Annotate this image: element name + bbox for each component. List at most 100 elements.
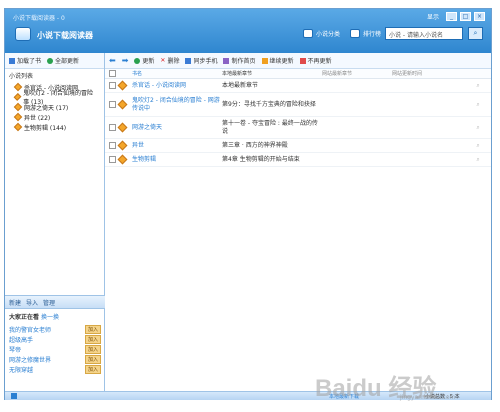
search-icon[interactable]: ⌕ (468, 124, 488, 132)
reading-title[interactable]: 无限穿越 (9, 365, 33, 374)
reading-item: 琴帝 加入 (5, 344, 105, 354)
title-bar: 小说下载阅读器 - 0 小说下载阅读器 显示 _ □ × 小说分类 排行榜 小说… (5, 9, 491, 53)
app-logo-icon (15, 27, 31, 41)
status-icon (11, 393, 17, 399)
reading-header: 大家正在看 换一换 (5, 309, 105, 324)
table-row[interactable]: 鬼吹灯2 - 闭合仙境的冒险 - 网游传说中 第9分：寻找千方宝典的冒险和抉择 … (105, 93, 491, 117)
window-title: 小说下载阅读器 - 0 (13, 15, 65, 22)
col-local-latest[interactable]: 本地最新章节 (222, 70, 322, 78)
novel-item[interactable]: 异世 (22) (5, 112, 104, 122)
row-checkbox[interactable] (109, 82, 116, 89)
add-reading-button[interactable]: 加入 (84, 334, 101, 344)
minimize-button[interactable]: _ (446, 12, 457, 21)
sidebar-toolbar: 加载了书 全部更新 (5, 53, 104, 69)
local-latest: 第十一卷 - 夺宝冒险 : 最终一战的传说 (222, 119, 318, 135)
sync-phone-label: 同步手机 (193, 58, 218, 65)
add-book-label: 加载了书 (17, 58, 42, 65)
table-row[interactable]: 异世 第三章 · 西方的神界神殿 ⌕ (105, 139, 491, 153)
col-name[interactable]: 书名 (132, 70, 222, 78)
refresh-reading-link[interactable]: 换一换 (41, 314, 59, 321)
reading-title[interactable]: 琴帝 (9, 345, 21, 354)
maximize-button[interactable]: □ (460, 12, 471, 21)
table-row[interactable]: 网游之倚天 第十一卷 - 夺宝冒险 : 最终一战的传说 ⌕ (105, 117, 491, 139)
refresh-icon (47, 57, 54, 64)
nav-rankings-label: 排行榜 (362, 31, 381, 38)
book-icon (117, 154, 128, 165)
table-header: 书名 本地最新章节 网站最新章节 网站更新时间 (105, 69, 491, 79)
manage-button[interactable]: 管理 (43, 298, 55, 307)
refresh-icon (134, 57, 141, 64)
add-book-button[interactable]: 加载了书 (9, 56, 41, 65)
search-icon[interactable]: ⌕ (468, 82, 488, 90)
add-reading-button[interactable]: 加入 (84, 364, 101, 374)
search-icon[interactable]: ⌕ (468, 156, 488, 164)
phone-icon (185, 57, 192, 64)
novel-item[interactable]: 生物剪辑 (144) (5, 122, 104, 132)
top-nav: 小说分类 排行榜 (302, 29, 381, 38)
select-all-checkbox[interactable] (109, 70, 116, 77)
update-all-button[interactable]: 全部更新 (47, 56, 79, 65)
col-site-time[interactable]: 网站更新时间 (392, 70, 468, 77)
reading-item: 超级高手 加入 (5, 334, 105, 344)
new-button[interactable]: 新建 (9, 298, 21, 307)
novel-label: 异世 (22) (24, 114, 51, 122)
list-icon (302, 29, 313, 38)
novel-label: 生物剪辑 (144) (24, 124, 67, 132)
book-name[interactable]: 鬼吹灯2 - 闭合仙境的冒险 - 网游传说中 (132, 97, 222, 113)
book-name[interactable]: 杀官话 - 小说阅读网 (132, 82, 222, 90)
close-button[interactable]: × (474, 12, 485, 21)
reading-title[interactable]: 网游之修魔世界 (9, 355, 51, 364)
book-icon (13, 112, 23, 122)
add-reading-button[interactable]: 加入 (84, 354, 101, 364)
no-update-label: 不再更新 (307, 58, 332, 65)
no-update-button[interactable]: 不再更新 (299, 56, 332, 65)
search-button[interactable]: ⌕ (468, 27, 483, 40)
book-icon (13, 82, 23, 92)
row-checkbox[interactable] (109, 124, 116, 131)
book-icon (117, 122, 128, 133)
table-row[interactable]: 杀官话 - 小说阅读网 本地最新章节 ⌕ (105, 79, 491, 93)
book-icon (13, 122, 23, 132)
novel-item[interactable]: 鬼吹灯2 - 闭合仙境的冒险事 (13) (5, 90, 104, 106)
sidebar: 加载了书 全部更新 小说列表 杀官话 - 小说阅读网 鬼吹灯2 - 闭合仙境的冒… (5, 53, 105, 391)
sync-phone-button[interactable]: 同步手机 (185, 56, 217, 65)
search-input[interactable]: 小说 - 请输入小说名 (385, 27, 463, 40)
novel-label: 网游之倚天 (17) (24, 104, 69, 112)
display-menu[interactable]: 显示 (427, 12, 439, 21)
continue-update-button[interactable]: 继续更新 (261, 56, 294, 65)
add-reading-button[interactable]: 加入 (84, 344, 101, 354)
update-all-label: 全部更新 (55, 58, 80, 65)
refresh-button[interactable]: 更新 (134, 56, 154, 65)
forward-arrow-icon[interactable]: ➡ (122, 56, 129, 65)
local-latest: 本地最新章节 (222, 81, 259, 89)
row-checkbox[interactable] (109, 142, 116, 149)
reading-title[interactable]: 超级高手 (9, 335, 33, 344)
reading-title[interactable]: 我的警官女老师 (9, 325, 51, 334)
col-site-latest[interactable]: 网站最新章节 (322, 70, 392, 77)
nav-rankings[interactable]: 排行榜 (349, 29, 381, 38)
search-icon[interactable]: ⌕ (468, 101, 488, 109)
window-controls: 显示 _ □ × (427, 12, 485, 21)
local-home-button[interactable]: 制作首页 (223, 56, 256, 65)
refresh-label: 更新 (142, 58, 155, 65)
table-row[interactable]: 生物剪辑 第4章 生物剪辑的开始与结束 ⌕ (105, 153, 491, 167)
reading-item: 网游之修魔世界 加入 (5, 354, 105, 364)
local-latest: 第4章 生物剪辑的开始与结束 (222, 155, 300, 163)
search-icon[interactable]: ⌕ (468, 142, 488, 150)
delete-icon: ✕ (160, 57, 166, 64)
book-name[interactable]: 异世 (132, 142, 222, 150)
row-checkbox[interactable] (109, 156, 116, 163)
stop-icon (299, 57, 306, 64)
book-name[interactable]: 网游之倚天 (132, 124, 222, 132)
book-name[interactable]: 生物剪辑 (132, 156, 222, 164)
back-arrow-icon[interactable]: ⬅ (109, 56, 116, 65)
import-button[interactable]: 导入 (26, 298, 38, 307)
row-checkbox[interactable] (109, 101, 116, 108)
reading-item: 无限穿越 加入 (5, 364, 105, 374)
nav-categories[interactable]: 小说分类 (302, 29, 340, 38)
app-brand: 小说下载阅读器 (37, 31, 93, 40)
delete-button[interactable]: ✕ 删除 (160, 56, 179, 65)
delete-label: 删除 (167, 58, 180, 65)
add-reading-button[interactable]: 加入 (84, 324, 101, 334)
book-icon (13, 102, 23, 112)
